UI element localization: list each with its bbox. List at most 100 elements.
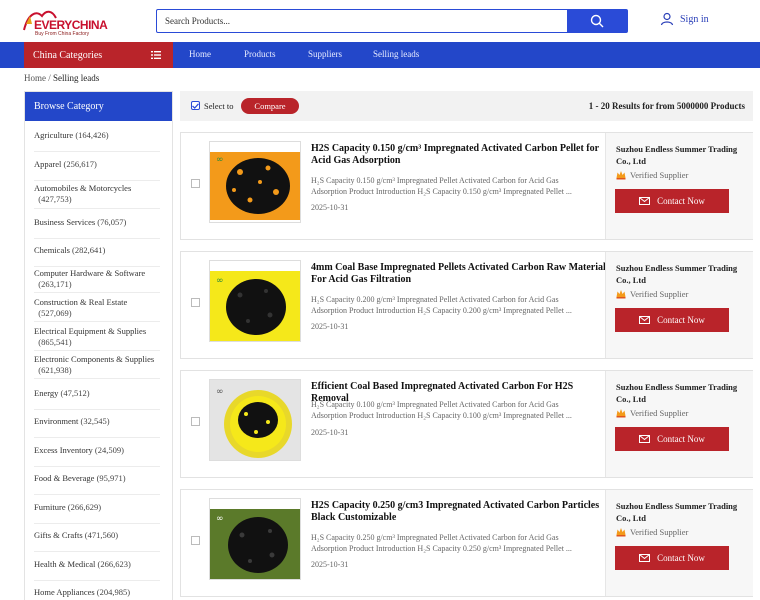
select-all-checkbox[interactable] <box>191 101 200 110</box>
breadcrumb-current: Selling leads <box>53 73 100 83</box>
listing-date: 2025-10-31 <box>311 560 349 569</box>
nav-link-home[interactable]: Home <box>189 49 211 59</box>
sidebar-item-label: Health & Medical <box>34 559 96 569</box>
supplier-panel: Suzhou Endless Summer Trading Co., Ltd V… <box>605 371 753 477</box>
contact-now-button[interactable]: Contact Now <box>615 427 729 451</box>
sidebar-item-home-appliances[interactable]: Home Appliances (204,985) <box>34 587 160 600</box>
nav-link-products[interactable]: Products <box>244 49 276 59</box>
product-thumbnail[interactable]: ∞ <box>209 379 301 461</box>
user-icon <box>660 12 674 26</box>
supplier-name[interactable]: Suzhou Endless Summer Trading Co., Ltd <box>616 262 746 286</box>
verified-crown-icon <box>616 409 626 418</box>
sidebar-item-count: (427,753) <box>38 194 72 204</box>
sidebar-item-food-beverage[interactable]: Food & Beverage (95,971) <box>34 473 160 495</box>
sidebar-item-label: Computer Hardware & Software <box>34 268 146 278</box>
listing-title[interactable]: 4mm Coal Base Impregnated Pellets Activa… <box>311 262 607 286</box>
listing-title[interactable]: H2S Capacity 0.150 g/cm³ Impregnated Act… <box>311 143 607 167</box>
sidebar-item-health-medical[interactable]: Health & Medical (266,623) <box>34 559 160 581</box>
supplier-name[interactable]: Suzhou Endless Summer Trading Co., Ltd <box>616 381 746 405</box>
sidebar-item-electrical-equipment[interactable]: Electrical Equipment & Supplies (865,541… <box>34 326 160 351</box>
listing-date: 2025-10-31 <box>311 428 349 437</box>
sidebar-item-apparel[interactable]: Apparel (256,617) <box>34 159 160 181</box>
verified-crown-icon <box>616 290 626 299</box>
search-input[interactable] <box>157 10 567 32</box>
product-thumbnail[interactable]: ∞ <box>209 260 301 342</box>
sign-in-link[interactable]: Sign in <box>660 12 709 26</box>
contact-now-label: Contact Now <box>657 196 705 206</box>
supplier-panel: Suzhou Endless Summer Trading Co., Ltd V… <box>605 133 753 239</box>
sidebar-item-automobiles[interactable]: Automobiles & Motorcycles (427,753) <box>34 183 160 209</box>
main-nav: China Categories Home Products Suppliers… <box>0 42 760 68</box>
sidebar-item-label: Business Services <box>34 217 96 227</box>
sidebar-item-computer-hardware[interactable]: Computer Hardware & Software (263,171) <box>34 268 160 293</box>
product-thumbnail[interactable]: ∞ <box>209 498 301 580</box>
svg-text:∞: ∞ <box>216 276 224 286</box>
listing-title[interactable]: H2S Capacity 0.250 g/cm3 Impregnated Act… <box>311 500 607 524</box>
verified-supplier-badge: Verified Supplier <box>616 289 688 299</box>
logo-tagline: Buy From China Factory <box>35 31 90 37</box>
sidebar-item-environment[interactable]: Environment (32,545) <box>34 416 160 438</box>
supplier-name[interactable]: Suzhou Endless Summer Trading Co., Ltd <box>616 500 746 524</box>
china-categories-button[interactable]: China Categories <box>24 42 173 68</box>
sidebar-item-excess-inventory[interactable]: Excess Inventory (24,509) <box>34 445 160 467</box>
search-button[interactable] <box>567 10 627 32</box>
sidebar-item-label: Environment <box>34 416 79 426</box>
browse-category-sidebar: Browse Category Agriculture (164,426) Ap… <box>24 91 173 600</box>
sidebar-item-label: Agriculture <box>34 130 74 140</box>
listing-checkbox[interactable] <box>191 298 200 307</box>
sidebar-item-label: Electronic Components & Supplies <box>34 354 155 364</box>
sidebar-item-count: (256,617) <box>63 159 97 169</box>
breadcrumb-home[interactable]: Home <box>24 73 46 83</box>
sidebar-item-label: Electrical Equipment & Supplies <box>34 326 147 336</box>
supplier-name[interactable]: Suzhou Endless Summer Trading Co., Ltd <box>616 143 746 167</box>
sidebar-item-count: (266,629) <box>67 502 102 512</box>
sidebar-item-gifts-crafts[interactable]: Gifts & Crafts (471,560) <box>34 530 160 552</box>
sidebar-item-label: Apparel <box>34 159 62 169</box>
sidebar-item-label: Construction & Real Estate <box>34 297 128 307</box>
sidebar-item-energy[interactable]: Energy (47,512) <box>34 388 160 410</box>
listing-date: 2025-10-31 <box>311 203 349 212</box>
supplier-panel: Suzhou Endless Summer Trading Co., Ltd V… <box>605 252 753 358</box>
sidebar-item-count: (204,985) <box>96 587 131 597</box>
listing-checkbox[interactable] <box>191 417 200 426</box>
verified-crown-icon <box>616 171 626 180</box>
contact-now-button[interactable]: Contact Now <box>615 189 729 213</box>
listing-card: ∞ 4mm Coal Base Impregnated Pellets Acti… <box>180 251 753 359</box>
listing-card: ∞ H2S Capacity 0.150 g/cm³ Impregnated A… <box>180 132 753 240</box>
listing-checkbox[interactable] <box>191 179 200 188</box>
verified-label: Verified Supplier <box>630 289 689 299</box>
sidebar-item-count: (24,509) <box>94 445 124 455</box>
svg-text:∞: ∞ <box>216 155 224 165</box>
sidebar-item-business-services[interactable]: Business Services (76,057) <box>34 217 160 239</box>
compare-button[interactable]: Compare <box>241 98 299 114</box>
activated-carbon-image: ∞ <box>210 261 300 341</box>
sidebar-item-construction[interactable]: Construction & Real Estate (527,069) <box>34 297 160 322</box>
nav-link-selling-leads[interactable]: Selling leads <box>373 49 419 59</box>
logo-text: EVERYCHINA <box>34 18 108 32</box>
listing-description: H₂S Capacity 0.250 g/cm³ Impregnated Pel… <box>311 533 572 553</box>
menu-list-icon <box>151 51 161 59</box>
sidebar-item-count: (76,057) <box>97 217 127 227</box>
contact-now-label: Contact Now <box>657 315 705 325</box>
breadcrumb: Home / Selling leads <box>24 73 99 83</box>
everychina-logo[interactable]: EVERYCHINA Buy From China Factory <box>22 6 122 38</box>
listing-date: 2025-10-31 <box>311 322 349 331</box>
nav-link-suppliers[interactable]: Suppliers <box>308 49 342 59</box>
product-thumbnail[interactable]: ∞ <box>209 141 301 223</box>
verified-supplier-badge: Verified Supplier <box>616 527 688 537</box>
verified-label: Verified Supplier <box>630 170 689 180</box>
sign-in-label: Sign in <box>680 13 709 25</box>
select-to-label: Select to <box>204 101 234 111</box>
sidebar-item-electronic-components[interactable]: Electronic Components & Supplies (621,93… <box>34 354 160 379</box>
search-box <box>156 9 628 33</box>
sidebar-item-chemicals[interactable]: Chemicals (282,641) <box>34 245 160 267</box>
verified-supplier-badge: Verified Supplier <box>616 408 688 418</box>
sidebar-item-count: (471,560) <box>84 530 119 540</box>
verified-label: Verified Supplier <box>630 408 689 418</box>
contact-now-button[interactable]: Contact Now <box>615 308 729 332</box>
listing-checkbox[interactable] <box>191 536 200 545</box>
contact-now-button[interactable]: Contact Now <box>615 546 729 570</box>
sidebar-item-furniture[interactable]: Furniture (266,629) <box>34 502 160 524</box>
sidebar-item-agriculture[interactable]: Agriculture (164,426) <box>34 130 160 152</box>
verified-crown-icon <box>616 528 626 537</box>
